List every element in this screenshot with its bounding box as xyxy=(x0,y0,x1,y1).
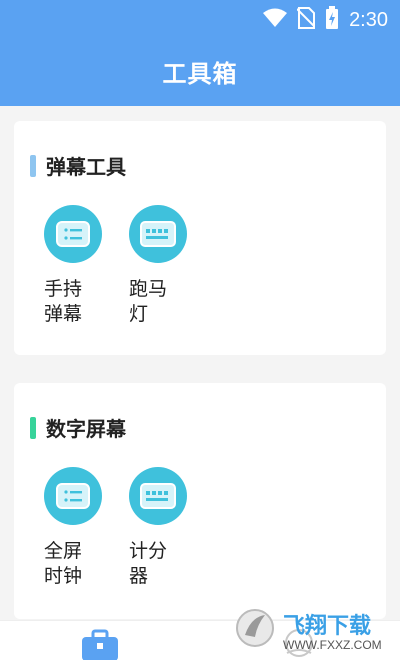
list-icon xyxy=(44,205,102,263)
section-title: 数字屏幕 xyxy=(46,417,126,441)
svg-text:飞翔下载: 飞翔下载 xyxy=(283,613,371,639)
tool-marquee[interactable]: 跑马 灯 xyxy=(129,205,199,327)
wifi-icon xyxy=(263,8,288,32)
section-header: 弹幕工具 xyxy=(30,151,126,180)
tool-handheld-danmaku[interactable]: 手持 弹幕 xyxy=(44,205,114,327)
section-accent-bar xyxy=(30,154,36,177)
svg-text:WWW.FXXZ.COM: WWW.FXXZ.COM xyxy=(283,638,382,652)
no-sim-icon xyxy=(296,7,316,33)
section-header: 数字屏幕 xyxy=(30,413,126,442)
watermark-logo: 飞翔下载 WWW.FXXZ.COM xyxy=(233,603,393,653)
tool-label: 全屏 时钟 xyxy=(44,540,83,587)
keyboard-icon xyxy=(129,205,187,263)
tool-label: 手持 弹幕 xyxy=(44,278,83,325)
tool-label: 计分 器 xyxy=(129,540,168,587)
keyboard-icon xyxy=(129,467,187,525)
tool-scoreboard[interactable]: 计分 器 xyxy=(129,467,199,589)
list-icon xyxy=(44,467,102,525)
status-time: 2:30 xyxy=(349,8,388,31)
tool-label: 跑马 灯 xyxy=(129,278,168,325)
status-bar: 2:30 xyxy=(0,0,400,34)
section-card-danmaku: 弹幕工具 手持 弹幕 跑马 灯 xyxy=(14,121,386,355)
page-title: 工具箱 xyxy=(162,60,238,88)
app-header: 2:30 工具箱 xyxy=(0,0,400,106)
section-accent-bar xyxy=(30,416,36,439)
section-title: 弹幕工具 xyxy=(46,155,126,179)
nav-tab-toolbox[interactable] xyxy=(80,629,120,660)
tool-fullscreen-clock[interactable]: 全屏 时钟 xyxy=(44,467,114,589)
toolbox-icon xyxy=(80,629,120,660)
battery-charging-icon xyxy=(325,6,339,34)
section-card-digital-screen: 数字屏幕 全屏 时钟 计分 器 xyxy=(14,383,386,619)
